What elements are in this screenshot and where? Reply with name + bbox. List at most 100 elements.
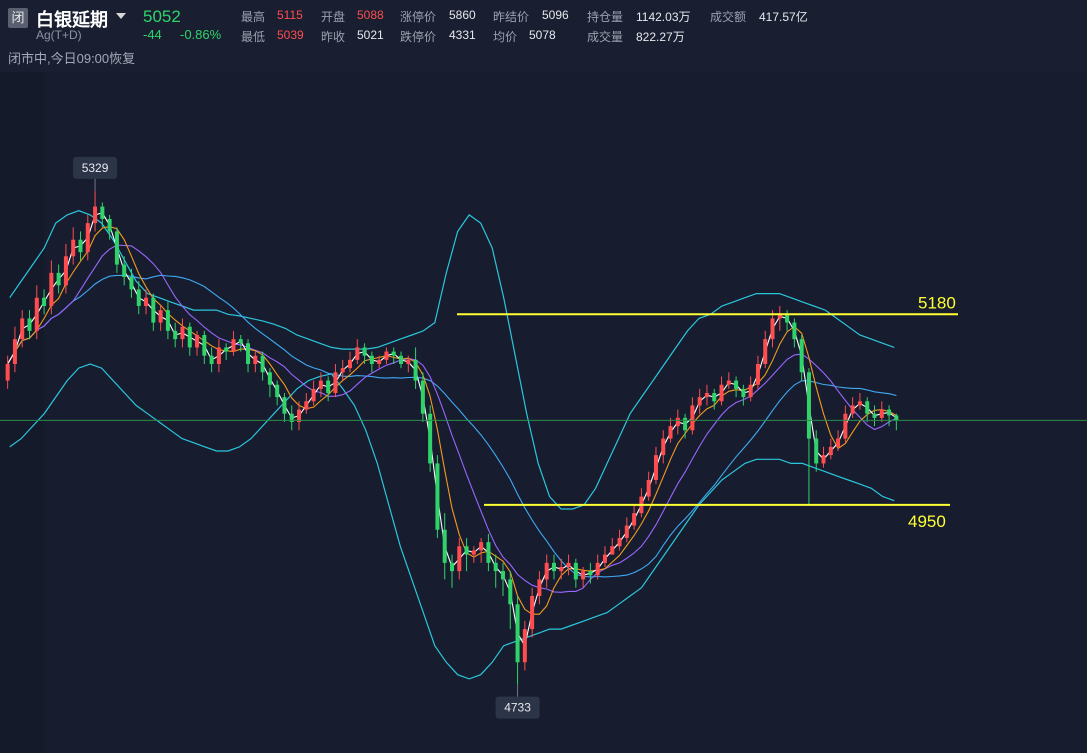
candle-body [755, 364, 760, 385]
candle-body [5, 364, 10, 381]
candle-body [530, 596, 535, 630]
candle-body [683, 417, 688, 431]
candle-body [887, 409, 892, 416]
candle-body [42, 297, 47, 306]
candle-body [653, 455, 658, 480]
candle-body [420, 380, 425, 414]
quote-open-interest: 持仓量 1142.03万 [587, 10, 691, 24]
candle-body [785, 314, 790, 323]
candle-body [12, 339, 17, 364]
candle-body [340, 368, 345, 373]
last-price: 5052 [143, 7, 181, 26]
candle-body [267, 372, 272, 385]
candle-body [304, 401, 309, 410]
candle-body [165, 310, 170, 331]
candle-body [799, 339, 804, 373]
candle-body [624, 525, 629, 538]
resistance-label: 5180 [918, 293, 956, 312]
support-label: 4950 [908, 512, 946, 531]
candle-body [471, 550, 476, 555]
candle-body [333, 372, 338, 393]
candle-body [704, 393, 709, 398]
candle-body [428, 413, 433, 464]
candle-body [348, 359, 353, 369]
candle-body [493, 562, 498, 572]
candle-body [581, 571, 586, 580]
candle-body [595, 562, 600, 576]
candle-body [435, 463, 440, 530]
candle-body [610, 546, 615, 555]
candle-body [544, 562, 549, 580]
candle-body [158, 310, 163, 323]
candle-body [78, 239, 83, 253]
candle-body [690, 405, 695, 431]
quote-limit-up: 涨停价 5860 [400, 8, 476, 24]
candle-body [763, 339, 768, 364]
candle-body [479, 542, 484, 551]
candle-body [399, 355, 404, 364]
market-status: 闭市中,今日09:00恢复 [8, 51, 136, 66]
quote-header: 闭 白银延期 Ag(T+D) 5052 -44 -0.86% 闭市中,今日09:… [0, 0, 1087, 72]
candle-body [413, 359, 418, 381]
price-change: -44 [143, 27, 162, 42]
candle-body [253, 355, 258, 364]
candle-body [828, 446, 833, 456]
ma-purple-line [7, 244, 897, 593]
candle-body [814, 438, 819, 464]
candle-body [129, 277, 134, 290]
candle-body [894, 415, 899, 421]
candle-body [734, 380, 739, 389]
candle-body [275, 384, 280, 398]
candle-body [136, 289, 141, 306]
candle-body [187, 326, 192, 348]
candle-body [646, 480, 651, 497]
instrument-code: Ag(T+D) [36, 28, 82, 42]
candle-body [457, 546, 462, 572]
candle-body [792, 322, 797, 340]
quote-open: 开盘 5088 [321, 8, 384, 24]
candle-body [486, 542, 491, 563]
candle-body [442, 529, 447, 563]
candle-body [362, 347, 367, 356]
candle-body [180, 326, 185, 340]
candle-body [741, 388, 746, 398]
candle-body [238, 339, 243, 344]
quote-turnover: 成交额 417.57亿 [710, 10, 808, 24]
candle-body [377, 359, 382, 364]
candle-body [406, 359, 411, 364]
candle-body [668, 426, 673, 439]
chevron-down-icon[interactable] [116, 13, 126, 19]
candle-body [821, 455, 826, 464]
left-gutter [0, 72, 44, 753]
candle-body [93, 206, 98, 224]
candlestick-chart[interactable]: 5180 4950 5329 4733 [0, 72, 1087, 753]
candle-body [311, 388, 316, 402]
candle-body [551, 562, 556, 572]
candle-body [836, 438, 841, 447]
candle-body [355, 347, 360, 360]
candle-body [56, 272, 61, 286]
candle-body [843, 413, 848, 439]
low-marker-label: 4733 [504, 701, 531, 715]
candle-body [850, 405, 855, 414]
quote-low: 最低 5039 [241, 28, 304, 44]
candle-body [515, 604, 520, 663]
quote-high: 最高 5115 [241, 8, 303, 24]
candle-body [675, 417, 680, 427]
price-change-pct: -0.86% [180, 27, 222, 42]
candle-body [369, 355, 374, 364]
candle-body [865, 401, 870, 414]
candle-body [282, 397, 287, 414]
candle-body [449, 562, 455, 572]
candle-body [260, 355, 265, 373]
candle-body [632, 513, 637, 526]
candle-body [224, 347, 229, 352]
candle-body [100, 206, 105, 219]
candle-body [20, 318, 25, 340]
candle-body [697, 397, 702, 406]
candle-body [71, 239, 76, 257]
candle-body [602, 554, 607, 563]
candle-body [391, 351, 396, 356]
candle-body [719, 384, 724, 402]
bollinger-upper-line [9, 210, 895, 510]
